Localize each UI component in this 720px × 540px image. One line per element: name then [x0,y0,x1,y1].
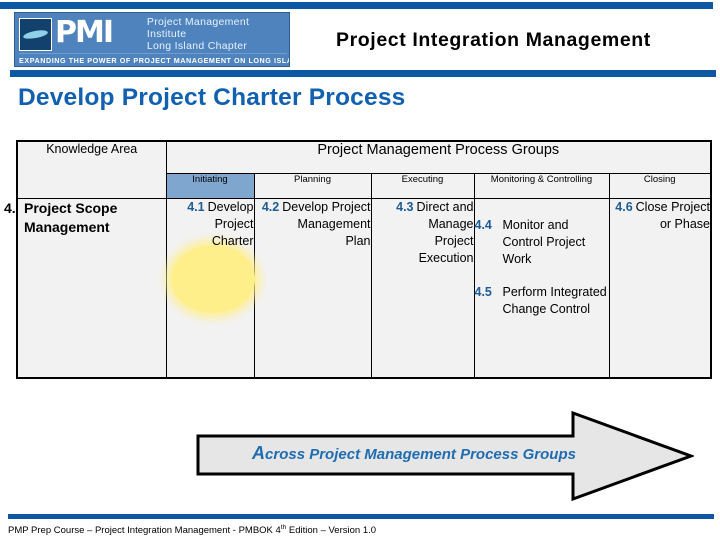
process-4-5-text: Perform Integrated Change Control [502,285,607,316]
header-accent-bar [10,70,716,77]
logo-acronym: PMI [55,15,114,50]
process-groups-header: Project Management Process Groups [165,139,712,174]
cell-initiating: 4.1 Develop Project Charter [165,198,255,379]
island-shape-icon [22,28,49,40]
process-4-1-text: Develop Project Charter [207,200,254,248]
page-title: Project Integration Management [336,29,651,51]
logo-main-row: PMI Project Management Institute Long Is… [19,16,287,52]
highlight-ellipse [170,245,255,313]
process-4-1-number: 4.1 [187,200,205,214]
cell-monitoring-controlling: 4.4 Monitor and Control Project Work 4.5 P… [473,198,610,379]
knowledge-area-cell: 4. Project Scope Management [4,198,167,379]
process-4-5-number: 4.5 [474,285,492,299]
process-group-initiating: Initiating [165,172,255,200]
process-4-2-number: 4.2 [261,200,280,214]
knowledge-area-header: Knowledge Area [16,140,167,199]
arrow-label-initial: A [252,443,266,463]
process-4-3: 4.3 Direct and Manage Project Execution [372,199,474,267]
process-group-planning: Planning [253,172,372,200]
pmi-logo: PMI Project Management Institute Long Is… [14,12,290,67]
footer-prefix: PMP Prep Course – Project Integration Ma… [8,525,281,537]
knowledge-area-label: 4. Project Scope Management [4,199,166,237]
process-4-5: 4.5 Perform Integrated Change Control [475,284,609,318]
cell-executing: 4.3 Direct and Manage Project Execution [370,198,475,379]
logo-tagline: EXPANDING THE POWER OF PROJECT MANAGEMEN… [19,53,289,66]
footer-note: PMP Prep Course – Project Integration Ma… [8,524,376,536]
process-4-4-text: Monitor and Control Project Work [502,218,586,266]
process-group-closing: Closing [608,172,712,200]
logo-line-2: Long Island Chapter [146,40,248,52]
process-4-3-number: 4.3 [396,200,414,214]
process-4-4: 4.4 Monitor and Control Project Work [475,217,609,268]
process-4-4-number: 4.4 [474,218,492,232]
arrow-label-rest: cross Project Management Process Groups [265,446,576,463]
knowledge-area-name: Project Scope Management [24,200,118,235]
table-row: 4. Project Scope Management 4.1 Develop Pr… [4,198,712,379]
process-4-2: 4.2 Develop Project Management Plan [255,199,371,250]
footer-accent-bar [8,514,714,519]
table-header-row-1: Knowledge Area Project Management Proces… [16,139,712,199]
process-group-monitoring: Monitoring & Controlling [473,172,610,200]
slide-title: Develop Project Charter Process [18,84,406,111]
long-island-icon [19,17,52,51]
process-4-1: 4.1 Develop Project Charter [167,199,254,250]
cell-closing: 4.6 Close Project or Phase [608,198,712,379]
process-group-executing: Executing [370,172,475,200]
logo-line-1: Project Management Institute [146,16,250,40]
process-4-6-text: Close Project or Phase [635,200,710,231]
top-accent-bar [0,2,713,9]
process-4-6: 4.6 Close Project or Phase [610,199,710,233]
logo-mark: PMI [19,17,137,51]
process-matrix-table: Knowledge Area Project Management Proces… [4,139,712,379]
process-4-2-text: Develop Project Management Plan [282,200,371,248]
footer-suffix: Edition – Version 1.0 [286,525,377,537]
arrow-label: Across Project Management Process Groups [224,443,604,464]
cell-planning: 4.2 Develop Project Management Plan [253,198,372,379]
process-4-6-number: 4.6 [615,200,633,214]
knowledge-area-number: 4. [4,200,16,216]
process-4-3-text: Direct and Manage Project Execution [416,200,474,265]
logo-wordmark: Project Management Institute Long Island… [147,16,287,52]
across-process-groups-arrow: Across Project Management Process Groups [196,410,694,502]
